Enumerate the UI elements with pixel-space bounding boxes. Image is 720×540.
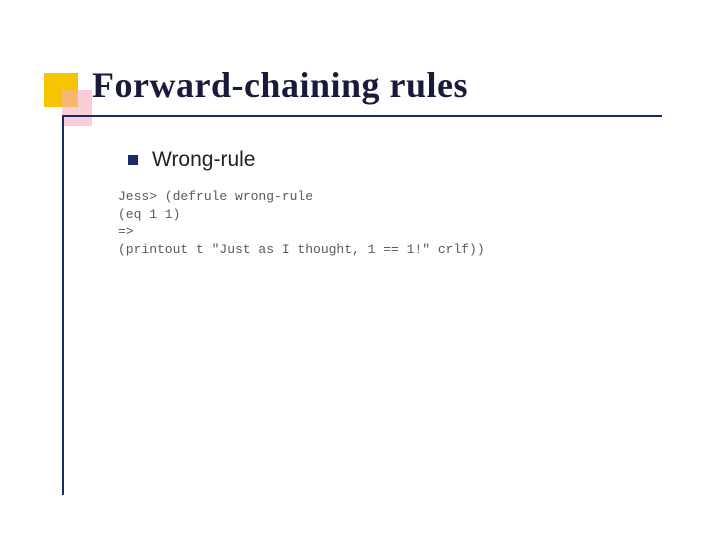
divider-horizontal [62, 115, 662, 117]
code-line: (printout t "Just as I thought, 1 == 1!"… [118, 242, 485, 257]
code-line: => [118, 224, 134, 239]
code-line: Jess> (defrule wrong-rule [118, 189, 313, 204]
bullet-item: Wrong-rule [128, 148, 255, 172]
code-line: (eq 1 1) [118, 207, 180, 222]
bullet-label: Wrong-rule [152, 148, 255, 172]
bullet-square-icon [128, 155, 138, 165]
slide-title: Forward-chaining rules [92, 64, 468, 106]
decoration-pink-square [62, 90, 92, 126]
divider-vertical [62, 115, 64, 495]
slide: Forward-chaining rules Wrong-rule Jess> … [0, 0, 720, 540]
code-example: Jess> (defrule wrong-rule (eq 1 1) => (p… [118, 188, 485, 258]
